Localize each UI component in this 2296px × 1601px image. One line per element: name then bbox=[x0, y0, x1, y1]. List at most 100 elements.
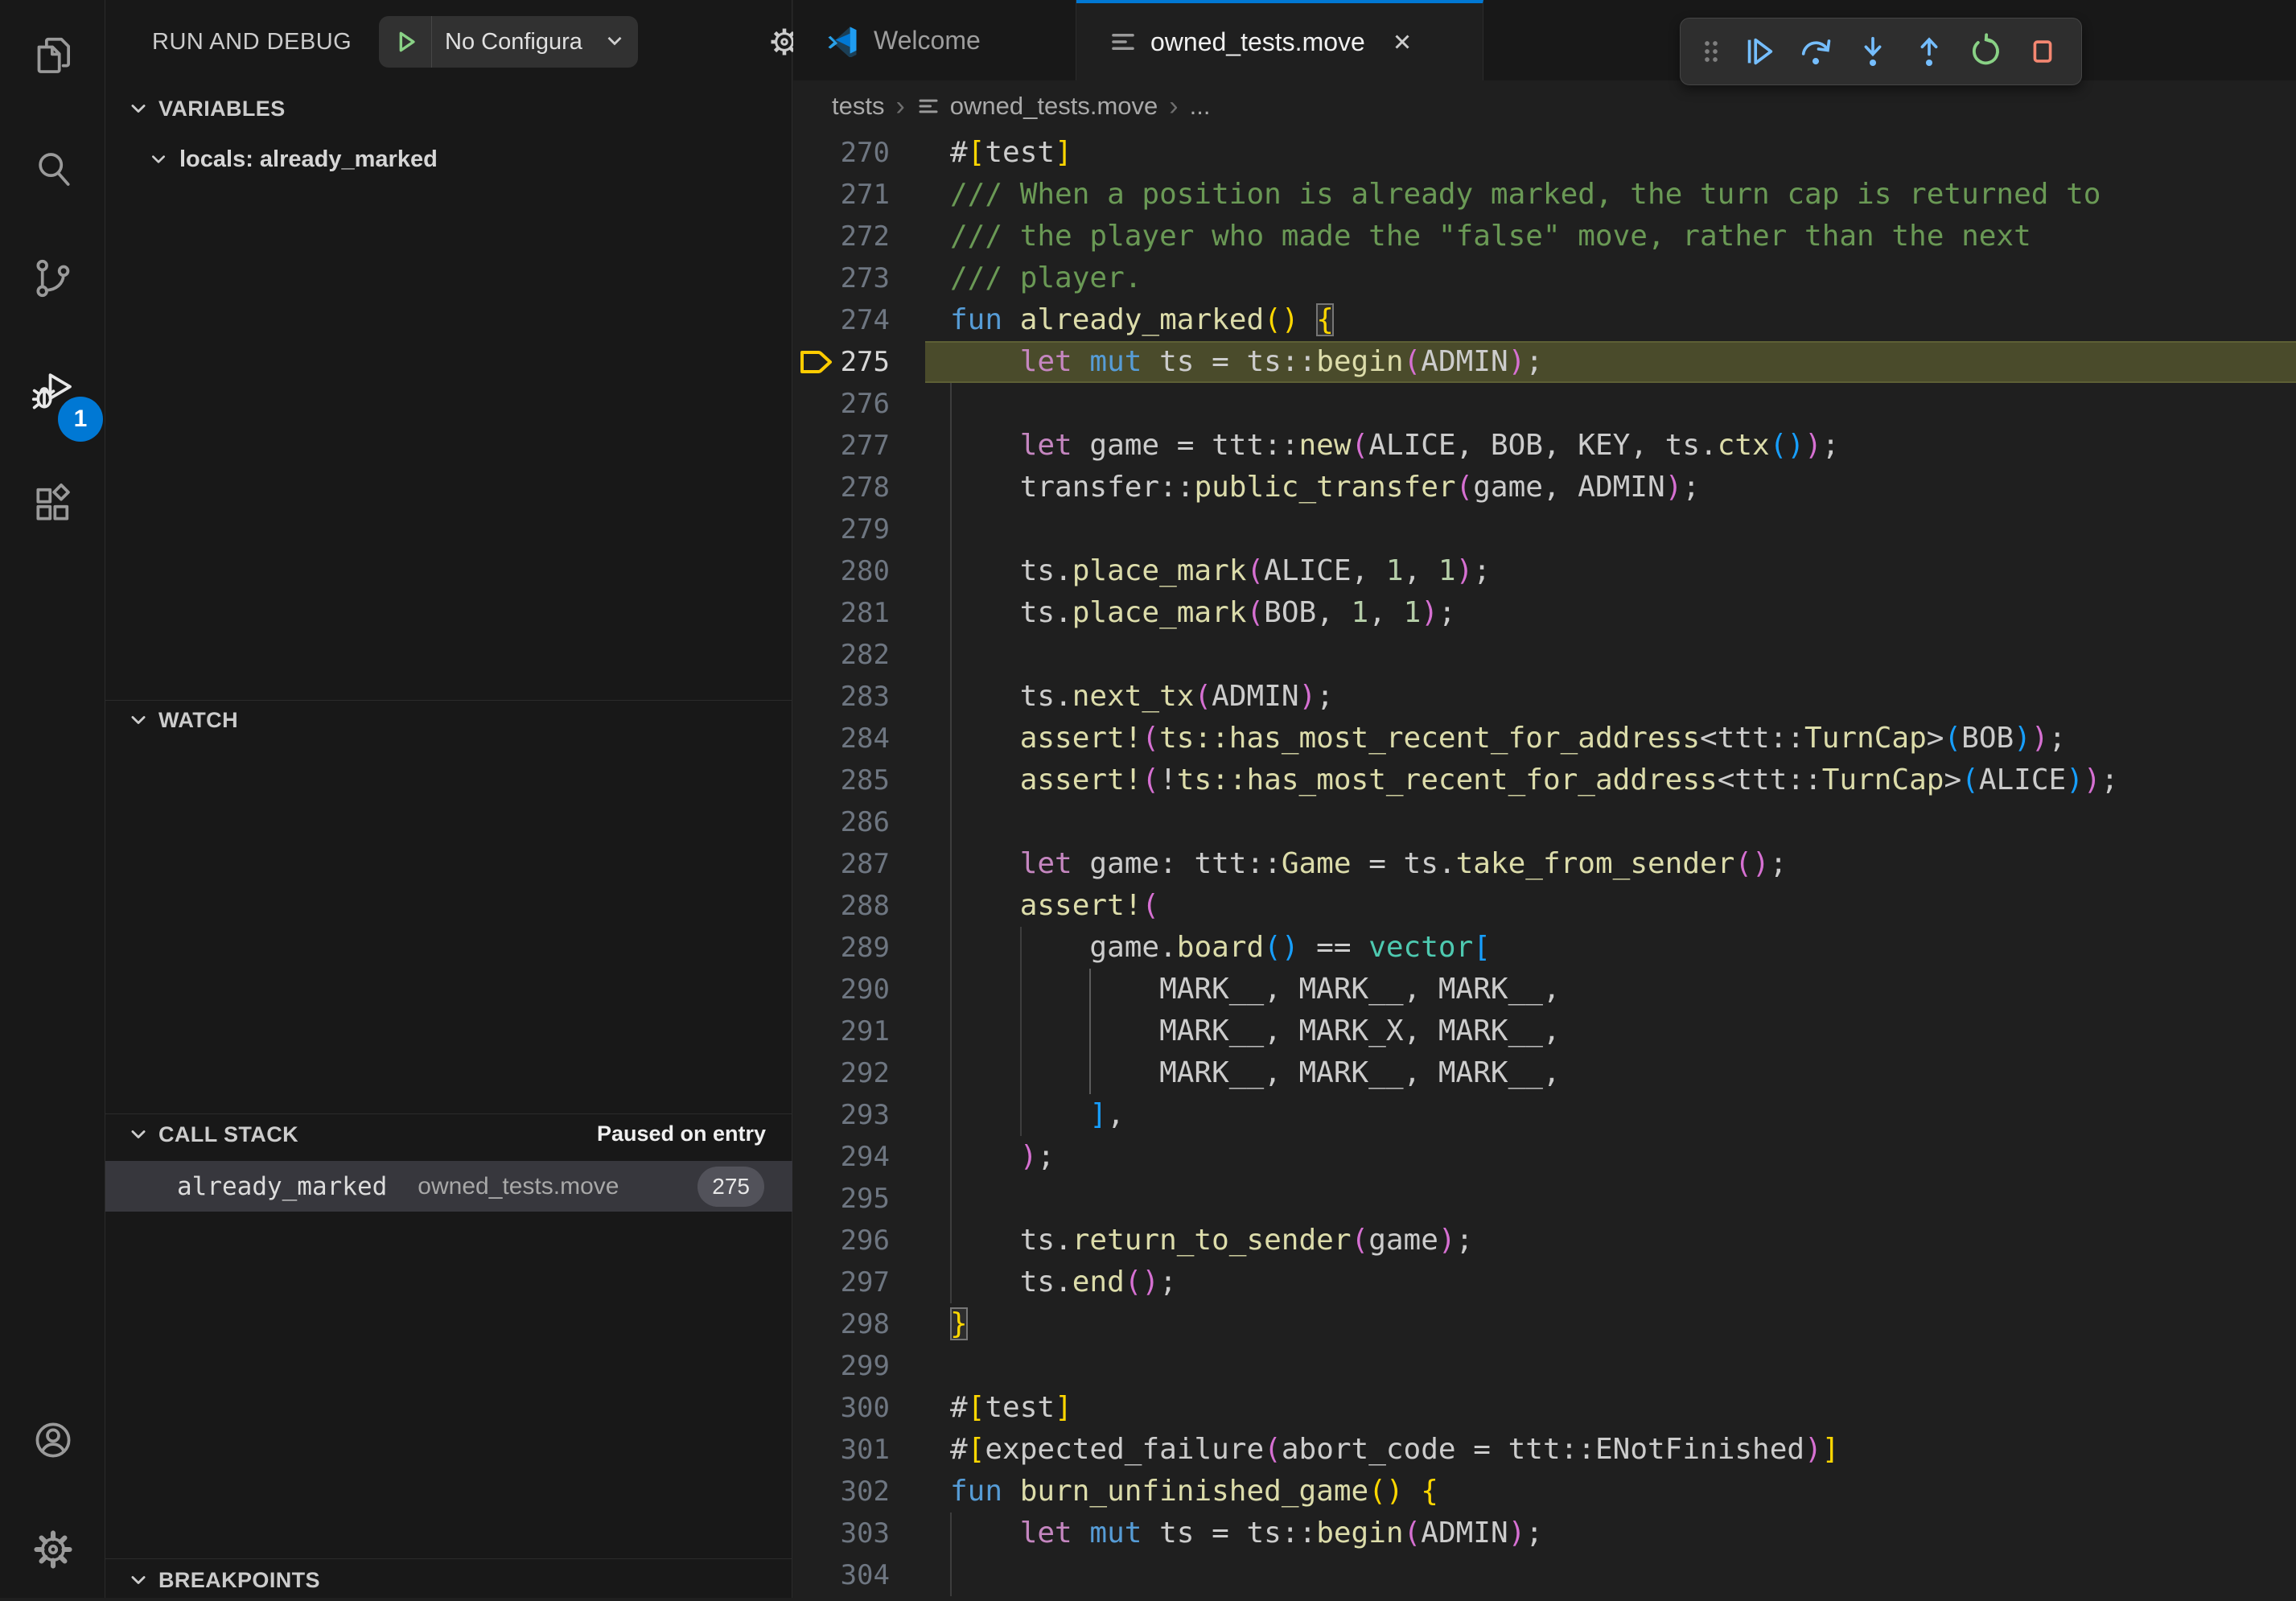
launch-configuration-dropdown[interactable]: No Configura bbox=[379, 16, 638, 68]
code-text[interactable]: ], bbox=[950, 1094, 1125, 1136]
tab-owned-tests-move[interactable]: owned_tests.move bbox=[1076, 0, 1483, 80]
line-number[interactable]: 287 bbox=[793, 843, 890, 885]
code-line-283[interactable]: 283 ts.next_tx(ADMIN); bbox=[793, 676, 2296, 718]
code-line-277[interactable]: 277 let game = ttt::new(ALICE, BOB, KEY,… bbox=[793, 425, 2296, 467]
code-line-289[interactable]: 289 game.board() == vector[ bbox=[793, 927, 2296, 969]
code-text[interactable]: ts.place_mark(BOB, 1, 1); bbox=[950, 592, 1456, 634]
code-text[interactable]: /// player. bbox=[950, 257, 1142, 299]
code-line-291[interactable]: 291 MARK__, MARK_X, MARK__, bbox=[793, 1010, 2296, 1052]
step-out-icon[interactable] bbox=[1905, 27, 1953, 76]
code-text[interactable]: fun burn_unfinished_game() { bbox=[950, 1471, 1438, 1513]
code-text[interactable]: transfer::public_transfer(game, ADMIN); bbox=[950, 467, 1700, 508]
line-number[interactable]: 290 bbox=[793, 969, 890, 1010]
line-number[interactable]: 289 bbox=[793, 927, 890, 969]
code-line-293[interactable]: 293 ], bbox=[793, 1094, 2296, 1136]
line-number[interactable]: 270 bbox=[793, 132, 890, 174]
code-text[interactable]: } bbox=[950, 1303, 968, 1345]
line-number[interactable]: 283 bbox=[793, 676, 890, 718]
line-number[interactable]: 278 bbox=[793, 467, 890, 508]
code-line-297[interactable]: 297 ts.end(); bbox=[793, 1261, 2296, 1303]
code-text[interactable]: /// the player who made the "false" move… bbox=[950, 216, 2031, 257]
code-line-298[interactable]: 298} bbox=[793, 1303, 2296, 1345]
code-text[interactable]: let game = ttt::new(ALICE, BOB, KEY, ts.… bbox=[950, 425, 1839, 467]
line-number[interactable]: 275 bbox=[793, 341, 890, 383]
code-text[interactable]: MARK__, MARK__, MARK__, bbox=[950, 1052, 1561, 1094]
line-number[interactable]: 298 bbox=[793, 1303, 890, 1345]
code-text[interactable]: MARK__, MARK_X, MARK__, bbox=[950, 1010, 1561, 1052]
code-line-292[interactable]: 292 MARK__, MARK__, MARK__, bbox=[793, 1052, 2296, 1094]
account-icon[interactable] bbox=[0, 1396, 105, 1484]
code-line-280[interactable]: 280 ts.place_mark(ALICE, 1, 1); bbox=[793, 550, 2296, 592]
extensions-icon[interactable] bbox=[0, 459, 105, 548]
code-line-304[interactable]: 304 bbox=[793, 1554, 2296, 1596]
code-line-299[interactable]: 299 bbox=[793, 1345, 2296, 1387]
line-number[interactable]: 282 bbox=[793, 634, 890, 676]
line-number[interactable]: 276 bbox=[793, 383, 890, 425]
code-text[interactable]: ts.end(); bbox=[950, 1261, 1177, 1303]
line-number[interactable]: 300 bbox=[793, 1387, 890, 1429]
code-text[interactable]: game.board() == vector[ bbox=[950, 927, 1491, 969]
code-text[interactable]: #[test] bbox=[950, 132, 1072, 174]
close-icon[interactable] bbox=[1386, 26, 1418, 58]
code-line-282[interactable]: 282 bbox=[793, 634, 2296, 676]
code-line-276[interactable]: 276 bbox=[793, 383, 2296, 425]
section-call-stack[interactable]: CALL STACK Paused on entry bbox=[105, 1113, 792, 1155]
code-text[interactable]: /// When a position is already marked, t… bbox=[950, 174, 2101, 216]
stop-icon[interactable] bbox=[2018, 27, 2067, 76]
code-line-288[interactable]: 288 assert!( bbox=[793, 885, 2296, 927]
code-line-271[interactable]: 271 /// When a position is already marked… bbox=[793, 174, 2296, 216]
breadcrumb-file[interactable]: owned_tests.move bbox=[950, 92, 1158, 121]
code-line-272[interactable]: 272 /// the player who made the "false" m… bbox=[793, 216, 2296, 257]
code-line-300[interactable]: 300 #[test] bbox=[793, 1387, 2296, 1429]
line-number[interactable]: 286 bbox=[793, 801, 890, 843]
line-number[interactable]: 303 bbox=[793, 1513, 890, 1554]
code-text[interactable]: assert!(!ts::has_most_recent_for_address… bbox=[950, 759, 2118, 801]
code-text[interactable]: #[expected_failure(abort_code = ttt::ENo… bbox=[950, 1429, 1839, 1471]
code-line-287[interactable]: 287 let game: ttt::Game = ts.take_from_s… bbox=[793, 843, 2296, 885]
toolbar-drag-handle[interactable] bbox=[1695, 27, 1727, 76]
line-number[interactable]: 272 bbox=[793, 216, 890, 257]
code-text[interactable]: let mut ts = ts::begin(ADMIN); bbox=[950, 341, 1543, 383]
code-line-279[interactable]: 279 bbox=[793, 508, 2296, 550]
line-number[interactable]: 284 bbox=[793, 718, 890, 759]
line-number[interactable]: 304 bbox=[793, 1554, 890, 1596]
line-number[interactable]: 271 bbox=[793, 174, 890, 216]
line-number[interactable]: 302 bbox=[793, 1471, 890, 1513]
code-line-274[interactable]: 274fun already_marked() { bbox=[793, 299, 2296, 341]
code-line-295[interactable]: 295 bbox=[793, 1178, 2296, 1220]
search-icon[interactable] bbox=[0, 124, 105, 212]
step-into-icon[interactable] bbox=[1849, 27, 1897, 76]
code-line-296[interactable]: 296 ts.return_to_sender(game); bbox=[793, 1220, 2296, 1261]
continue-icon[interactable] bbox=[1735, 27, 1784, 76]
line-number[interactable]: 279 bbox=[793, 508, 890, 550]
code-text[interactable]: ts.place_mark(ALICE, 1, 1); bbox=[950, 550, 1491, 592]
restart-icon[interactable] bbox=[1961, 27, 2010, 76]
line-number[interactable]: 293 bbox=[793, 1094, 890, 1136]
code-text[interactable]: assert!(ts::has_most_recent_for_address<… bbox=[950, 718, 2066, 759]
files-icon[interactable] bbox=[0, 11, 105, 100]
line-number[interactable]: 297 bbox=[793, 1261, 890, 1303]
code-line-301[interactable]: 301 #[expected_failure(abort_code = ttt::… bbox=[793, 1429, 2296, 1471]
code-text[interactable]: #[test] bbox=[950, 1387, 1072, 1429]
code-line-273[interactable]: 273/// player. bbox=[793, 257, 2296, 299]
call-stack-frame[interactable]: already_marked owned_tests.move 275 bbox=[105, 1161, 792, 1212]
code-line-302[interactable]: 302 fun burn_unfinished_game() { bbox=[793, 1471, 2296, 1513]
code-text[interactable]: let game: ttt::Game = ts.take_from_sende… bbox=[950, 843, 1787, 885]
line-number[interactable]: 277 bbox=[793, 425, 890, 467]
code-text[interactable]: ); bbox=[950, 1136, 1055, 1178]
code-line-278[interactable]: 278 transfer::public_transfer(game, ADMI… bbox=[793, 467, 2296, 508]
run-debug-icon[interactable]: 1 bbox=[0, 347, 105, 435]
code-text[interactable]: fun already_marked() { bbox=[950, 299, 1334, 341]
code-text[interactable]: assert!( bbox=[950, 885, 1159, 927]
code-text[interactable]: ts.next_tx(ADMIN); bbox=[950, 676, 1334, 718]
code-line-284[interactable]: 284 assert!(ts::has_most_recent_for_addr… bbox=[793, 718, 2296, 759]
line-number[interactable]: 294 bbox=[793, 1136, 890, 1178]
section-breakpoints[interactable]: BREAKPOINTS bbox=[105, 1559, 792, 1601]
section-variables[interactable]: VARIABLES bbox=[105, 88, 792, 130]
section-watch[interactable]: WATCH bbox=[105, 699, 792, 741]
line-number[interactable]: 301 bbox=[793, 1429, 890, 1471]
code-text[interactable]: MARK__, MARK__, MARK__, bbox=[950, 969, 1561, 1010]
line-number[interactable]: 296 bbox=[793, 1220, 890, 1261]
code-line-281[interactable]: 281 ts.place_mark(BOB, 1, 1); bbox=[793, 592, 2296, 634]
line-number[interactable]: 299 bbox=[793, 1345, 890, 1387]
